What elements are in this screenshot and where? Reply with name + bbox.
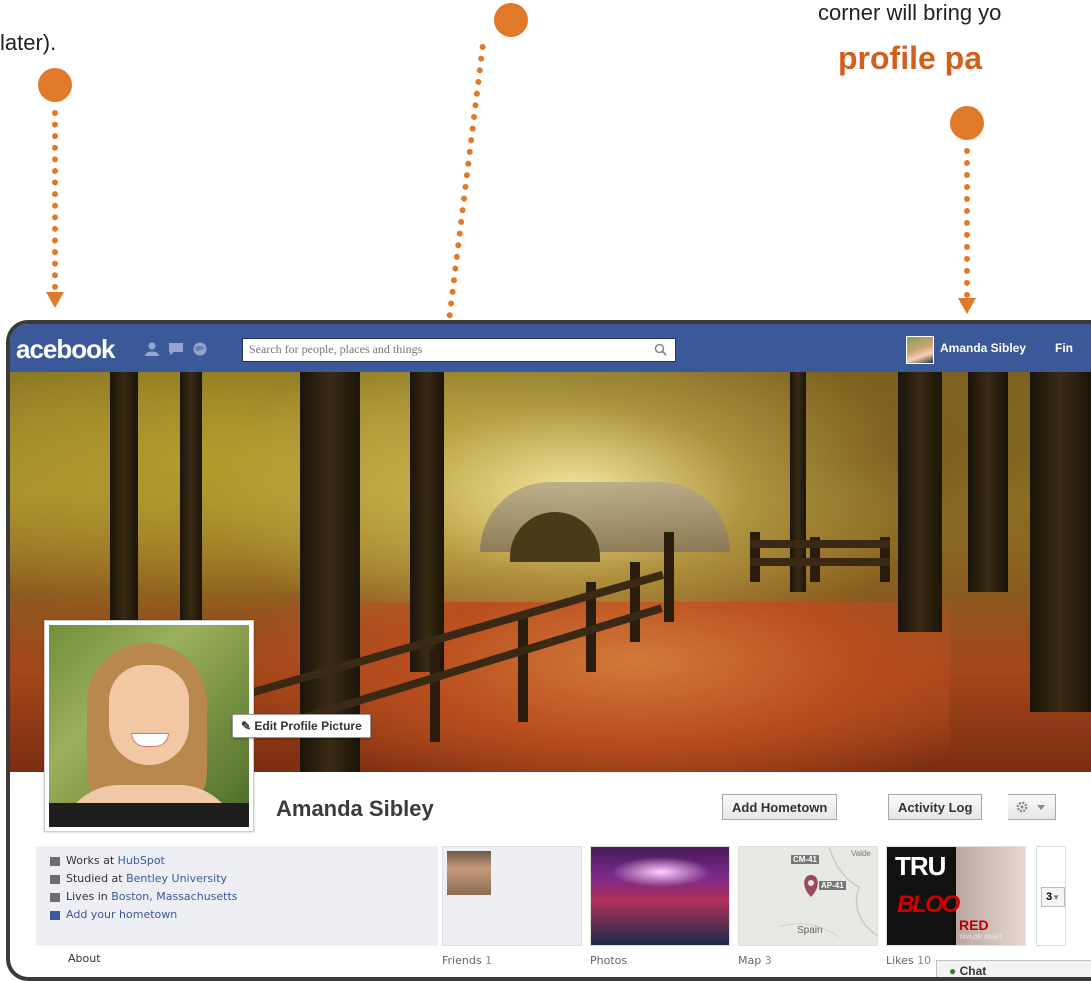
likes-tile[interactable]: TRU BLOO RED TAYLOR SWIFT [886,846,1026,946]
profile-photo-face [109,665,189,765]
gear-icon [1016,801,1028,813]
annotation-line-left [52,110,58,290]
likes-art-text-2: BLOO [897,891,960,918]
fence-post [664,532,674,622]
search-input[interactable] [249,342,649,357]
user-name-link[interactable]: Amanda Sibley [940,341,1026,355]
chevron-down-icon: ▼ [1052,893,1061,902]
friend-requests-icon[interactable] [144,342,160,356]
annotation-dot-left [38,68,72,102]
notifications-globe-icon[interactable] [192,342,208,356]
bentley-university-link[interactable]: Bentley University [126,872,227,885]
tree-trunk [968,372,1008,592]
about-link[interactable]: About [68,952,101,965]
pencil-icon: ✎ [241,719,255,733]
friends-label[interactable]: Friends 1 [442,954,492,967]
likes-art-text-1: TRU [895,851,946,881]
fence-post [430,652,440,742]
chevron-down-icon [1037,805,1045,810]
profile-name[interactable]: Amanda Sibley [276,796,434,822]
profile-picture[interactable] [44,620,254,832]
more-apps-count[interactable]: 3▼ [1041,887,1066,907]
chat-label: Chat [959,964,987,978]
search-box[interactable] [242,338,676,362]
photos-label[interactable]: Photos [590,954,627,967]
facebook-window: acebook Amanda Sibley Fin [6,320,1091,981]
friends-text: Friends [442,954,482,967]
user-avatar[interactable] [906,336,934,364]
fence-post [630,562,640,642]
likes-art-text-4: TAYLOR SWIFT [959,935,1003,941]
likes-art-text-3: RED [959,917,989,933]
boston-link[interactable]: Boston, Massachusetts [111,890,237,903]
facebook-logo[interactable]: acebook [16,334,115,365]
graduation-cap-icon [50,874,60,884]
annotation-line-right [964,148,970,298]
likes-label[interactable]: Likes 10 [886,954,931,967]
map-marker-label-1: CM-41 [791,855,820,864]
tree-trunk [1030,372,1091,712]
tree-trunk [898,372,942,632]
fence-rail [750,558,890,566]
lives-in-label: Lives in [66,890,112,903]
annotation-line-middle [443,43,486,343]
messages-icon[interactable] [168,342,184,356]
add-hometown-button[interactable]: Add Hometown [722,794,838,820]
annotation-profile-page: profile pa [838,40,983,76]
works-at-row: Works at HubSpot [50,854,165,867]
search-icon[interactable] [653,342,669,358]
add-your-hometown-link[interactable]: Add your hometown [66,908,177,921]
profile-info-box: Works at HubSpot Studied at Bentley Univ… [36,846,438,946]
profile-photo [49,625,249,827]
annotation-right-text: corner will bring yo [818,0,1002,25]
edit-profile-picture-label: Edit Profile Picture [254,719,362,733]
activity-log-button[interactable]: Activity Log [888,794,983,820]
map-count: 3 [764,954,772,967]
lives-in-row: Lives in Boston, Massachusetts [50,890,238,903]
fence-post [518,612,528,722]
friends-tile[interactable] [442,846,582,946]
map-corner-label: Valde [851,849,871,858]
photos-tile[interactable] [590,846,730,946]
annotation-arrow-left [46,292,64,308]
likes-text: Likes [886,954,914,967]
studied-at-row: Studied at Bentley University [50,872,227,885]
works-at-label: Works at [66,854,118,867]
friend-thumbnail [447,851,491,895]
annotation-left-text: later). [0,30,57,55]
studied-at-label: Studied at [66,872,127,885]
city-icon [50,892,60,902]
map-place-label: Spain [797,925,823,936]
map-text: Map [738,954,762,967]
profile-photo-dress [49,803,249,827]
annotation-dot-middle [494,3,528,37]
add-hometown-row: Add your hometown [50,908,177,921]
annotation-arrow-right [958,298,976,314]
fence-rail [750,540,890,548]
settings-menu-button[interactable] [1008,794,1056,820]
annotation-dot-right [950,106,984,140]
likes-count: 10 [917,954,932,967]
edit-profile-picture-button[interactable]: ✎ Edit Profile Picture [232,714,371,738]
more-apps-tile[interactable]: 3▼ [1036,846,1066,946]
map-tile[interactable]: CM-41 AP-41 Spain Valde [738,846,878,946]
hubspot-link[interactable]: HubSpot [118,854,165,867]
map-marker-label-2: AP-41 [819,881,846,890]
photos-thumbnail-lights [611,857,711,887]
chat-icon: ● [949,964,957,978]
map-label[interactable]: Map 3 [738,954,772,967]
briefcase-icon [50,856,60,866]
tree-trunk [410,372,444,672]
home-icon [50,910,60,920]
chat-bar[interactable]: ● Chat [936,960,1091,978]
find-friends-link[interactable]: Fin [1055,341,1073,355]
top-navigation-bar: acebook Amanda Sibley Fin [10,324,1091,373]
friends-count: 1 [485,954,493,967]
